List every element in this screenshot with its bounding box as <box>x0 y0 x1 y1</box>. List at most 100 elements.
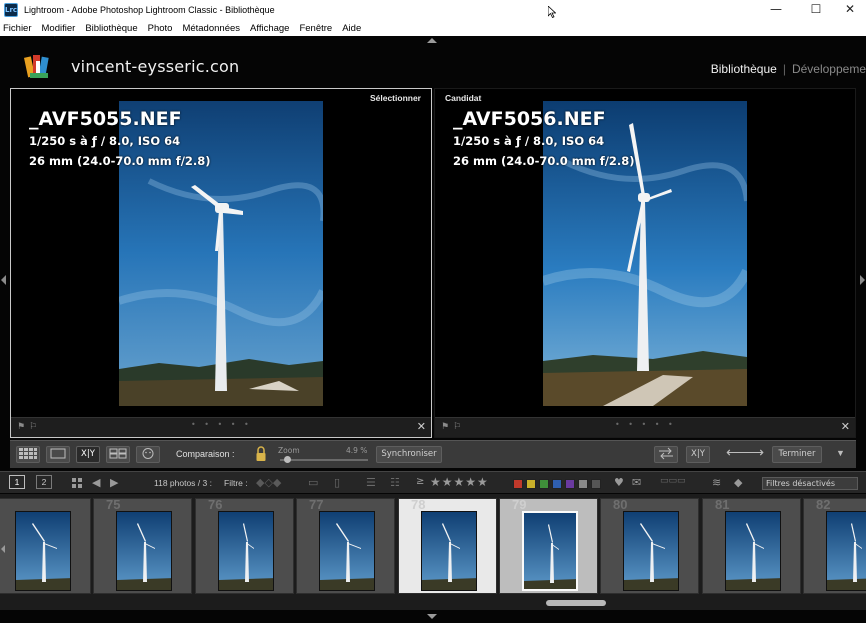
close-window-button[interactable]: ✕ <box>830 0 866 20</box>
filter-preset-select[interactable]: Filtres désactivés <box>762 477 858 490</box>
grid-small-icon[interactable] <box>71 477 83 489</box>
swap-icon <box>659 447 673 460</box>
filmstrip-scrollbar[interactable] <box>0 598 866 610</box>
color-label-green[interactable] <box>539 479 549 489</box>
compare-pane-candidate[interactable]: Candidat _AVF5056.NEF 1/250 s à ƒ / 8.0,… <box>434 88 856 438</box>
filmstrip-thumbnail[interactable] <box>522 511 578 591</box>
color-label-purple[interactable] <box>565 479 575 489</box>
color-label-red[interactable] <box>513 479 523 489</box>
filmstrip-cell-number: 79 <box>512 497 527 512</box>
filmstrip-cell-number: 77 <box>309 497 324 512</box>
heart-icon[interactable]: ♥ <box>614 476 624 489</box>
module-picker: Bibliothèque | Développeme <box>711 62 866 76</box>
grid-view-button[interactable] <box>16 446 40 463</box>
collapse-top-panel-icon[interactable] <box>427 38 437 43</box>
compare-view-button[interactable]: X|Y <box>76 446 100 463</box>
reject-flag-icon[interactable]: ⚐ <box>453 422 461 432</box>
master-filter-icon[interactable]: ▯ <box>334 476 340 489</box>
color-label-filter[interactable] <box>513 479 604 489</box>
done-button[interactable]: Terminer <box>772 446 822 463</box>
filmstrip-scroll-left-icon[interactable] <box>1 545 5 553</box>
filmstrip-cell[interactable]: 81 <box>702 497 801 594</box>
filmstrip-thumbnail[interactable] <box>725 511 781 591</box>
main-window-button[interactable]: 1 <box>9 475 25 489</box>
color-label-yellow[interactable] <box>526 479 536 489</box>
survey-view-button[interactable] <box>106 446 130 463</box>
filmstrip-cell[interactable]: 78 <box>398 497 497 594</box>
menu-fichier[interactable]: Fichier <box>3 23 32 34</box>
module-developpement[interactable]: Développeme <box>792 62 866 76</box>
shared-filter-icons[interactable]: ▭▭▭ <box>660 476 686 486</box>
make-select-button[interactable]: X|Y <box>686 446 710 463</box>
next-arrow-icon[interactable]: ⟶ <box>744 444 764 461</box>
layers-icon[interactable]: ≋ <box>712 476 721 489</box>
filmstrip-cell[interactable] <box>0 498 91 594</box>
filmstrip-thumbnail[interactable] <box>15 511 71 591</box>
sync-button[interactable]: Synchroniser <box>376 446 442 463</box>
candidate-pane-flag-bar: ⚑ ⚐ • • • • • ✕ <box>435 417 855 437</box>
select-pane-flag-bar: ⚑ ⚐ • • • • • ✕ <box>11 417 431 437</box>
close-candidate-pane-icon[interactable]: ✕ <box>841 420 850 433</box>
filter-diamond-icon[interactable]: ◆ <box>734 476 742 489</box>
edit-filter-icon[interactable]: ☰ <box>366 476 376 489</box>
zoom-slider-knob[interactable] <box>284 456 291 463</box>
color-label-blue[interactable] <box>552 479 562 489</box>
collapse-left-panel-icon[interactable] <box>1 275 6 285</box>
compare-pane-select[interactable]: Sélectionner _AVF5055.NEF 1/250 s à ƒ / … <box>10 88 432 438</box>
filmstrip-cell[interactable]: 75 <box>93 497 192 594</box>
menu-metadonnees[interactable]: Métadonnées <box>182 23 240 34</box>
filmstrip-scroll-thumb[interactable] <box>546 600 606 606</box>
secondary-window-button[interactable]: 2 <box>36 475 52 489</box>
reject-flag-icon[interactable]: ⚐ <box>29 422 37 432</box>
zoom-slider[interactable] <box>280 456 368 463</box>
filmstrip-thumbnail[interactable] <box>623 511 679 591</box>
rating-operator-icon[interactable]: ≥ <box>416 476 424 487</box>
back-arrow-icon[interactable]: ◀ <box>92 476 100 489</box>
virtual-copy-filter-icon[interactable]: ▭ <box>308 476 318 489</box>
collapse-right-panel-icon[interactable] <box>860 275 865 285</box>
filmstrip-cell[interactable]: 82 <box>803 497 866 594</box>
menu-aide[interactable]: Aide <box>342 23 361 34</box>
unedit-filter-icon[interactable]: ☷ <box>390 476 400 489</box>
filmstrip-thumbnail[interactable] <box>421 511 477 591</box>
filmstrip-cell[interactable]: 77 <box>296 497 395 594</box>
filmstrip-cell-number: 80 <box>613 497 628 512</box>
swap-button[interactable] <box>654 446 678 463</box>
identity-logo-icon <box>24 55 49 78</box>
photo-count[interactable]: 118 photos / 3 : <box>154 478 212 488</box>
candidate-lens: 26 mm (24.0-70.0 mm f/2.8) <box>453 154 635 168</box>
pick-flag-icon[interactable]: ⚑ <box>17 422 25 432</box>
loupe-view-button[interactable] <box>46 446 70 463</box>
star-rating-filter[interactable]: ★★★★★ <box>430 475 489 489</box>
menu-bibliotheque[interactable]: Bibliothèque <box>85 23 137 34</box>
color-label-none[interactable] <box>591 479 601 489</box>
toolbar-menu-chevron-icon[interactable]: ▼ <box>836 448 845 458</box>
module-bibliotheque[interactable]: Bibliothèque <box>711 62 777 76</box>
rating-dots[interactable]: • • • • • <box>615 420 676 429</box>
filmstrip-thumbnail[interactable] <box>218 511 274 591</box>
flag-filter-icons[interactable]: ◆◇◆ <box>256 476 281 489</box>
comment-icon[interactable]: ✉ <box>632 476 641 489</box>
filmstrip-cell[interactable]: 76 <box>195 497 294 594</box>
color-label-gray[interactable] <box>578 479 588 489</box>
lock-icon[interactable] <box>255 446 267 462</box>
close-select-pane-icon[interactable]: ✕ <box>417 420 426 433</box>
filmstrip-header: 1 2 ◀ ▶ 118 photos / 3 : Filtre : ◆◇◆ ▭ … <box>0 471 866 493</box>
rating-dots[interactable]: • • • • • <box>191 420 252 429</box>
filmstrip-cell[interactable]: 79 <box>499 497 598 594</box>
menu-photo[interactable]: Photo <box>148 23 173 34</box>
mouse-cursor-icon <box>548 6 556 18</box>
menu-modifier[interactable]: Modifier <box>42 23 76 34</box>
people-view-button[interactable] <box>136 446 160 463</box>
select-label: Sélectionner <box>369 93 421 103</box>
filmstrip-cell[interactable]: 80 <box>600 497 699 594</box>
menu-affichage[interactable]: Affichage <box>250 23 289 34</box>
forward-arrow-icon[interactable]: ▶ <box>110 476 118 489</box>
pick-flag-icon[interactable]: ⚑ <box>441 422 449 432</box>
filmstrip-thumbnail[interactable] <box>826 511 866 591</box>
filmstrip-thumbnail[interactable] <box>319 511 375 591</box>
collapse-bottom-panel-icon[interactable] <box>427 614 437 619</box>
menu-fenetre[interactable]: Fenêtre <box>299 23 332 34</box>
filmstrip-thumbnail[interactable] <box>116 511 172 591</box>
minimize-button[interactable]: — <box>756 0 796 20</box>
